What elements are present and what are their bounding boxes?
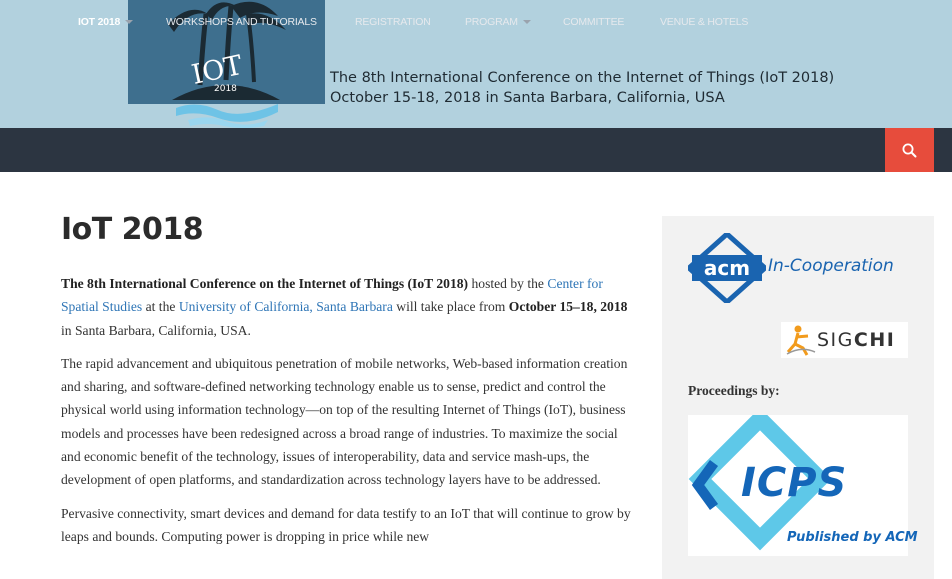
nav-item-program[interactable]: PROGRAM bbox=[465, 0, 531, 44]
chevron-down-icon bbox=[125, 20, 134, 25]
main-nav bbox=[0, 128, 952, 172]
proceedings-label: Proceedings by: bbox=[688, 383, 780, 398]
intro-text: at the bbox=[142, 299, 179, 315]
page-title: IoT 2018 bbox=[61, 212, 204, 247]
main-content: The 8th International Conference on the … bbox=[61, 272, 636, 558]
sigchi-chi: CHI bbox=[853, 329, 896, 351]
search-button[interactable] bbox=[885, 128, 934, 172]
nav-item-label: REGISTRATION bbox=[355, 16, 431, 28]
search-icon bbox=[902, 143, 917, 158]
site-title-line2: October 15-18, 2018 in Santa Barbara, Ca… bbox=[330, 90, 725, 106]
intro-paragraph: The 8th International Conference on the … bbox=[61, 272, 636, 342]
nav-item-label: COMMITTEE bbox=[563, 16, 625, 28]
site-title: The 8th International Conference on the … bbox=[330, 68, 834, 108]
sigchi-sig: SIG bbox=[817, 329, 854, 351]
acm-in-cooperation-text: In-Cooperation bbox=[768, 256, 894, 276]
nav-item-registration[interactable]: REGISTRATION bbox=[355, 0, 431, 44]
nav-item-label: WORKSHOPS AND TUTORIALS bbox=[166, 16, 317, 28]
intro-text: will take place from bbox=[392, 299, 509, 315]
body-paragraph: The rapid advancement and ubiquitous pen… bbox=[61, 355, 628, 488]
chevron-down-icon bbox=[522, 20, 531, 25]
body-paragraph: Pervasive connectivity, smart devices an… bbox=[61, 505, 631, 544]
conference-name: The 8th International Conference on the … bbox=[61, 276, 469, 291]
site-title-line1: The 8th International Conference on the … bbox=[330, 70, 835, 86]
logo-year: 2018 bbox=[214, 84, 237, 94]
intro-text: in Santa Barbara, California, USA. bbox=[61, 322, 251, 338]
nav-item-iot-2018[interactable]: IOT 2018 bbox=[78, 0, 134, 44]
nav-item-label: PROGRAM bbox=[465, 16, 518, 28]
sigchi-text: SIGCHI bbox=[817, 329, 895, 351]
icps-published-by: Published by ACM bbox=[787, 530, 918, 545]
acm-mark-text: acm bbox=[704, 256, 750, 280]
nav-item-label: VENUE & HOTELS bbox=[660, 16, 749, 28]
sigchi-figure-icon bbox=[786, 325, 816, 356]
nav-item-workshops[interactable]: WORKSHOPS AND TUTORIALS bbox=[166, 0, 317, 44]
acm-logo[interactable]: acm bbox=[688, 233, 766, 303]
icps-text: ICPS bbox=[741, 460, 848, 506]
conference-dates: October 15–18, 2018 bbox=[508, 299, 628, 315]
nav-item-venue-hotels[interactable]: VENUE & HOTELS bbox=[660, 0, 748, 44]
ucsb-link[interactable]: University of California, Santa Barbara bbox=[179, 299, 393, 314]
intro-text: hosted by the bbox=[468, 276, 548, 291]
nav-item-committee[interactable]: COMMITTEE bbox=[563, 0, 624, 44]
nav-item-label: IOT 2018 bbox=[78, 16, 121, 28]
